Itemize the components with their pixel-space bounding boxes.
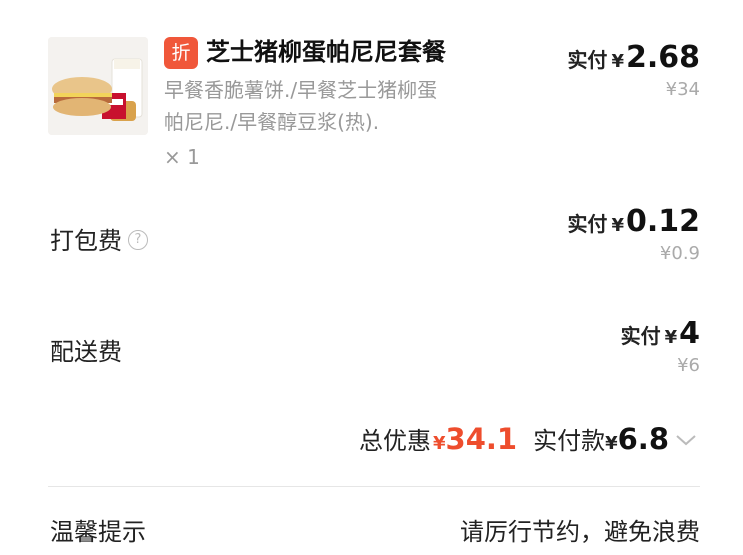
product-price: 实付 ¥2.68 ¥34 xyxy=(567,40,700,100)
product-title[interactable]: 芝士猪柳蛋帕尼尼套餐 xyxy=(206,34,446,70)
tip-label: 温馨提示 xyxy=(50,518,146,546)
paid-amount: 0.12 xyxy=(625,204,700,239)
total-discount-label: 总优惠 xyxy=(359,427,431,455)
original-price: ¥6 xyxy=(677,355,700,376)
paid-label: 实付 xyxy=(567,212,608,236)
question-circle-icon[interactable]: ? xyxy=(128,230,148,250)
packing-fee-price: 实付 ¥0.12 ¥0.9 xyxy=(567,204,700,264)
packing-fee-label: 打包费? xyxy=(50,224,148,258)
paid-amount: 2.68 xyxy=(625,40,700,75)
product-description-line: 早餐香脆薯饼./早餐芝士猪柳蛋 xyxy=(164,78,438,102)
order-summary[interactable]: 总优惠 ¥34.1 实付款¥6.8 xyxy=(359,421,697,462)
chevron-down-icon[interactable] xyxy=(675,421,697,457)
delivery-fee-price: 实付 ¥4 ¥6 xyxy=(621,316,700,376)
discount-badge: 折 xyxy=(164,37,198,69)
product-description-line: 帕尼尼./早餐醇豆浆(热). xyxy=(164,110,380,134)
total-paid-label: 实付款 xyxy=(533,427,606,455)
currency-symbol: ¥ xyxy=(611,51,624,72)
paid-amount: 4 xyxy=(679,316,700,351)
product-description: 早餐香脆薯饼./早餐芝士猪柳蛋 帕尼尼./早餐醇豆浆(热). xyxy=(164,74,504,138)
tip-text: 请厉行节约，避免浪费 xyxy=(460,518,700,546)
total-paid-amount: 6.8 xyxy=(617,422,669,456)
paid-label: 实付 xyxy=(620,324,661,348)
currency-symbol: ¥ xyxy=(605,433,618,454)
kfc-breakfast-combo-image xyxy=(48,37,148,135)
currency-symbol: ¥ xyxy=(433,433,446,454)
currency-symbol: ¥ xyxy=(611,215,624,236)
original-price: ¥34 xyxy=(665,79,700,100)
divider xyxy=(48,486,700,487)
total-discount-amount: 34.1 xyxy=(445,422,518,456)
packing-fee-text: 打包费 xyxy=(50,227,122,255)
currency-symbol: ¥ xyxy=(664,327,678,348)
paid-label: 实付 xyxy=(567,48,608,72)
product-quantity: × 1 xyxy=(164,145,200,169)
delivery-fee-label: 配送费 xyxy=(50,338,122,366)
original-price: ¥0.9 xyxy=(659,243,700,264)
product-image[interactable] xyxy=(48,37,148,135)
